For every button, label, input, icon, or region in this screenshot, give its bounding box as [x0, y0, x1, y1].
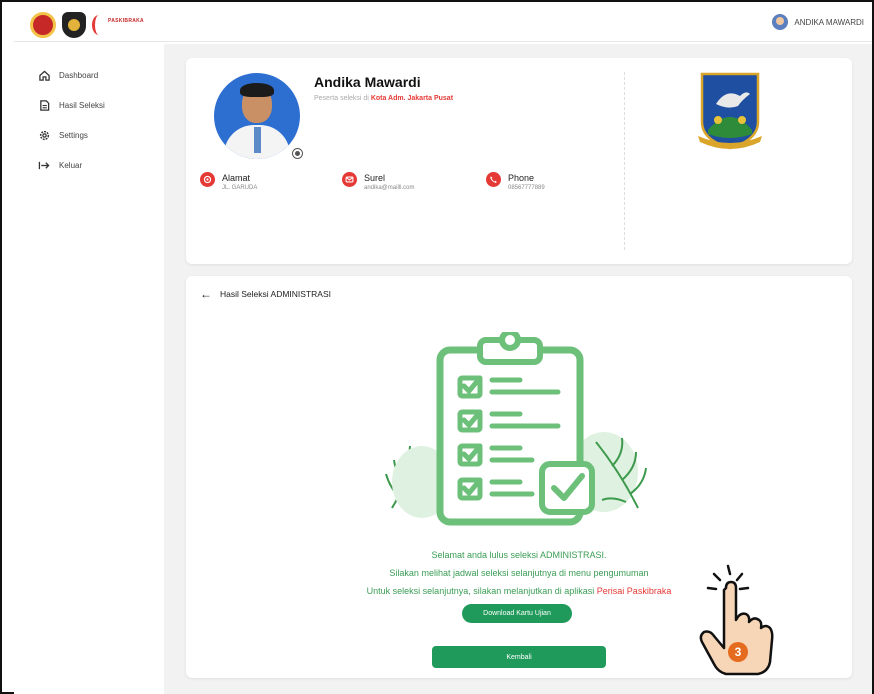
paskibraka-logo: PASKIBRAKA	[92, 15, 154, 35]
app-window: PASKIBRAKA ANDIKA MAWARDI Dashboard Hasi…	[0, 0, 874, 694]
home-icon	[38, 69, 50, 81]
mail-icon	[342, 172, 357, 187]
logo-text: PASKIBRAKA	[108, 18, 144, 24]
result-title: Hasil Seleksi ADMINISTRASI	[220, 289, 331, 299]
swoosh-icon	[92, 15, 106, 35]
email-label: Surel	[364, 173, 386, 183]
sidebar-item-label: Dashboard	[59, 70, 99, 80]
garuda-logo-icon	[30, 12, 56, 38]
back-link[interactable]: ← Hasil Seleksi ADMINISTRASI	[200, 287, 331, 301]
next-step-text: Untuk seleksi selanjutnya, silakan melan…	[366, 586, 595, 596]
hand-pointer-icon: 3	[699, 564, 774, 676]
shield-logo-icon	[62, 12, 86, 38]
step-badge: 3	[735, 645, 742, 659]
sidebar: Dashboard Hasil Seleksi Settings Keluar	[14, 44, 164, 694]
logout-icon	[38, 159, 50, 171]
phone-icon	[486, 172, 501, 187]
phone-value: 08567777889	[508, 185, 545, 191]
arrow-left-icon: ←	[200, 287, 212, 301]
document-icon	[38, 99, 50, 111]
phone-label: Phone	[508, 173, 535, 183]
top-header: PASKIBRAKA ANDIKA MAWARDI	[14, 8, 872, 42]
avatar	[772, 14, 789, 30]
profile-name: Andika Mawardi	[314, 74, 421, 90]
profile-card: Andika Mawardi Peserta seleksi di Kota A…	[186, 58, 852, 264]
address-label: Alamat	[222, 173, 251, 183]
sidebar-item-settings[interactable]: Settings	[14, 124, 164, 146]
download-card-button[interactable]: Download Kartu Ujian	[462, 604, 572, 623]
phone-info: Phone 08567777889	[486, 172, 545, 191]
address-value: JL. GARUDA	[222, 185, 258, 191]
change-photo-icon[interactable]	[292, 148, 303, 159]
location-icon	[200, 172, 215, 187]
jakarta-emblem-icon	[698, 72, 762, 150]
profile-city: Kota Adm. Jakarta Pusat	[370, 95, 454, 102]
user-name: ANDIKA MAWARDI	[794, 17, 864, 27]
logo-group: PASKIBRAKA	[30, 12, 154, 38]
sidebar-item-dashboard[interactable]: Dashboard	[14, 64, 164, 86]
email-info: Surel andika@mailll.com	[342, 172, 414, 191]
sidebar-item-label: Keluar	[59, 160, 83, 170]
checklist-illustration	[385, 332, 647, 526]
profile-subtitle: Peserta seleksi di Kota Adm. Jakarta Pus…	[314, 95, 453, 102]
sidebar-item-hasil-seleksi[interactable]: Hasil Seleksi	[14, 94, 164, 116]
sidebar-item-label: Hasil Seleksi	[59, 100, 105, 110]
perisai-paskibraka-link[interactable]: Perisai Paskibraka	[597, 586, 672, 596]
email-value: andika@mailll.com	[364, 185, 415, 191]
address-info: Alamat JL. GARUDA	[200, 172, 257, 191]
success-message: Selamat anda lulus seleksi ADMINISTRASI.	[431, 550, 607, 560]
user-menu[interactable]: ANDIKA MAWARDI	[772, 14, 864, 30]
divider	[624, 72, 625, 250]
gear-icon	[38, 129, 50, 141]
back-button[interactable]: Kembali	[432, 646, 606, 668]
sidebar-item-label: Settings	[59, 130, 88, 140]
sidebar-item-keluar[interactable]: Keluar	[14, 154, 164, 176]
subtitle-prefix: Peserta seleksi di	[314, 95, 369, 102]
profile-photo	[214, 73, 300, 159]
